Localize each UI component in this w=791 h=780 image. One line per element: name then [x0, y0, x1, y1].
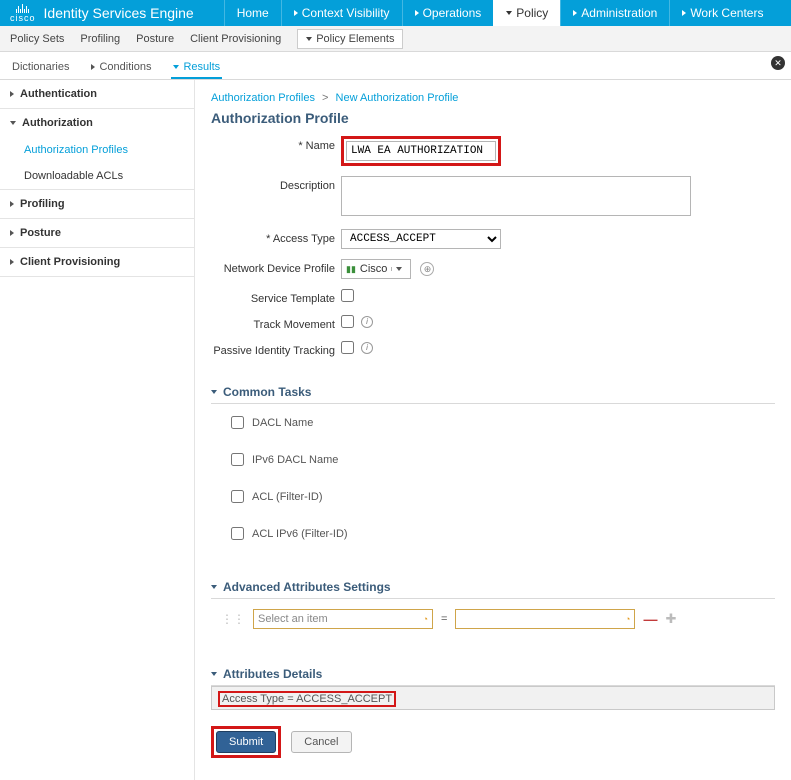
subnav-profiling[interactable]: Profiling — [80, 33, 120, 45]
service-template-checkbox[interactable] — [341, 289, 354, 302]
top-menu-bar: cisco Identity Services Engine Home Cont… — [0, 0, 791, 26]
caret-right-icon — [91, 64, 95, 70]
description-textarea[interactable] — [341, 176, 691, 216]
task-ipv6-dacl-name-checkbox[interactable] — [231, 453, 244, 466]
highlight-attributes-text: Access Type = ACCESS_ACCEPT — [218, 691, 396, 707]
sub-nav: Policy Sets Profiling Posture Client Pro… — [0, 26, 791, 52]
label-passive-identity: Passive Identity Tracking — [211, 341, 341, 357]
subnav-client-provisioning[interactable]: Client Provisioning — [190, 33, 281, 45]
sidebar-item-client-provisioning[interactable]: Client Provisioning — [0, 248, 194, 276]
caret-right-icon — [682, 10, 686, 16]
dropdown-arrow-icon: ◔ — [625, 614, 630, 624]
breadcrumb-current: New Authorization Profile — [336, 92, 459, 104]
advanced-attr-key-select[interactable]: Select an item ◔ — [253, 609, 433, 629]
sidebar-item-authorization[interactable]: Authorization — [0, 109, 194, 137]
info-icon[interactable]: i — [361, 316, 373, 328]
access-type-select[interactable]: ACCESS_ACCEPT — [341, 229, 501, 249]
sidebar-item-authentication[interactable]: Authentication — [0, 80, 194, 108]
subnav-policy-elements[interactable]: Policy Elements — [297, 29, 403, 49]
label-service-template: Service Template — [211, 289, 341, 305]
caret-down-icon — [211, 672, 217, 676]
section-attributes-details[interactable]: Attributes Details — [211, 663, 775, 686]
highlight-submit: Submit — [211, 726, 281, 758]
equals-label: = — [441, 613, 447, 625]
caret-down-icon — [211, 390, 217, 394]
nav-home[interactable]: Home — [224, 0, 281, 26]
cisco-logo: cisco — [10, 3, 36, 23]
nav-operations[interactable]: Operations — [402, 0, 494, 26]
caret-right-icon — [10, 230, 14, 236]
track-movement-checkbox[interactable] — [341, 315, 354, 328]
caret-down-icon — [506, 11, 512, 15]
top-nav: Home Context Visibility Operations Polic… — [224, 0, 776, 26]
cancel-button[interactable]: Cancel — [291, 731, 351, 753]
caret-right-icon — [415, 10, 419, 16]
caret-right-icon — [10, 91, 14, 97]
subnav-posture[interactable]: Posture — [136, 33, 174, 45]
info-icon[interactable]: i — [361, 342, 373, 354]
sidebar-item-profiling[interactable]: Profiling — [0, 190, 194, 218]
close-icon[interactable]: ✕ — [771, 56, 785, 70]
caret-down-icon — [10, 121, 16, 125]
globe-icon[interactable]: ⊕ — [420, 262, 434, 276]
caret-right-icon — [573, 10, 577, 16]
tab-conditions[interactable]: Conditions — [89, 61, 153, 79]
task-ipv6-dacl-name-label: IPv6 DACL Name — [252, 454, 338, 466]
task-acl-ipv6-filter-id-checkbox[interactable] — [231, 527, 244, 540]
task-acl-ipv6-filter-id-label: ACL IPv6 (Filter-ID) — [252, 528, 348, 540]
task-dacl-name-checkbox[interactable] — [231, 416, 244, 429]
caret-right-icon — [294, 10, 298, 16]
sidebar-item-posture[interactable]: Posture — [0, 219, 194, 247]
caret-down-icon — [173, 65, 179, 69]
nav-context-visibility[interactable]: Context Visibility — [281, 0, 402, 26]
tab-dictionaries[interactable]: Dictionaries — [10, 61, 71, 79]
add-row-icon[interactable]: ✚ — [665, 611, 676, 627]
label-access-type: * Access Type — [211, 229, 341, 245]
nav-work-centers[interactable]: Work Centers — [669, 0, 775, 26]
task-acl-filter-id-checkbox[interactable] — [231, 490, 244, 503]
name-input[interactable] — [346, 141, 496, 161]
caret-right-icon — [10, 259, 14, 265]
passive-identity-checkbox[interactable] — [341, 341, 354, 354]
nav-policy[interactable]: Policy — [493, 0, 560, 26]
content-area: Authorization Profiles > New Authorizati… — [195, 80, 791, 780]
breadcrumb-root[interactable]: Authorization Profiles — [211, 92, 315, 104]
remove-row-icon[interactable]: — — [643, 611, 657, 627]
label-description: Description — [211, 176, 341, 192]
advanced-attr-value-select[interactable]: ◔ — [455, 609, 635, 629]
section-advanced-attributes[interactable]: Advanced Attributes Settings — [211, 576, 775, 599]
sidebar-sub-downloadable-acls[interactable]: Downloadable ACLs — [0, 163, 194, 189]
drag-handle-icon[interactable]: ⋮⋮ — [221, 612, 245, 626]
attributes-details-box: Access Type = ACCESS_ACCEPT — [211, 686, 775, 710]
caret-right-icon — [10, 201, 14, 207]
highlight-name — [341, 136, 501, 166]
product-title: Identity Services Engine — [44, 5, 194, 21]
page-title: Authorization Profile — [211, 110, 775, 126]
nav-administration[interactable]: Administration — [560, 0, 669, 26]
subnav-policy-sets[interactable]: Policy Sets — [10, 33, 64, 45]
caret-down-icon — [396, 267, 402, 271]
submit-button[interactable]: Submit — [216, 731, 276, 753]
label-ndp: Network Device Profile — [211, 259, 341, 275]
caret-down-icon — [306, 37, 312, 41]
breadcrumb: Authorization Profiles > New Authorizati… — [211, 92, 775, 104]
tab-results[interactable]: Results — [171, 61, 222, 79]
sidebar-sub-authorization-profiles[interactable]: Authorization Profiles — [0, 137, 194, 163]
tertiary-tabs: Dictionaries Conditions Results ✕ — [0, 52, 791, 80]
sidebar: Authentication Authorization Authorizati… — [0, 80, 195, 780]
task-acl-filter-id-label: ACL (Filter-ID) — [252, 491, 322, 503]
label-name: * Name — [211, 136, 341, 152]
brand-block: cisco Identity Services Engine — [0, 3, 204, 23]
dropdown-arrow-icon: ◔ — [423, 614, 428, 624]
ndp-select[interactable]: ▮▮ Cisco — [341, 259, 411, 279]
task-dacl-name-label: DACL Name — [252, 417, 313, 429]
label-track-movement: Track Movement — [211, 315, 341, 331]
caret-down-icon — [211, 585, 217, 589]
section-common-tasks[interactable]: Common Tasks — [211, 381, 775, 404]
